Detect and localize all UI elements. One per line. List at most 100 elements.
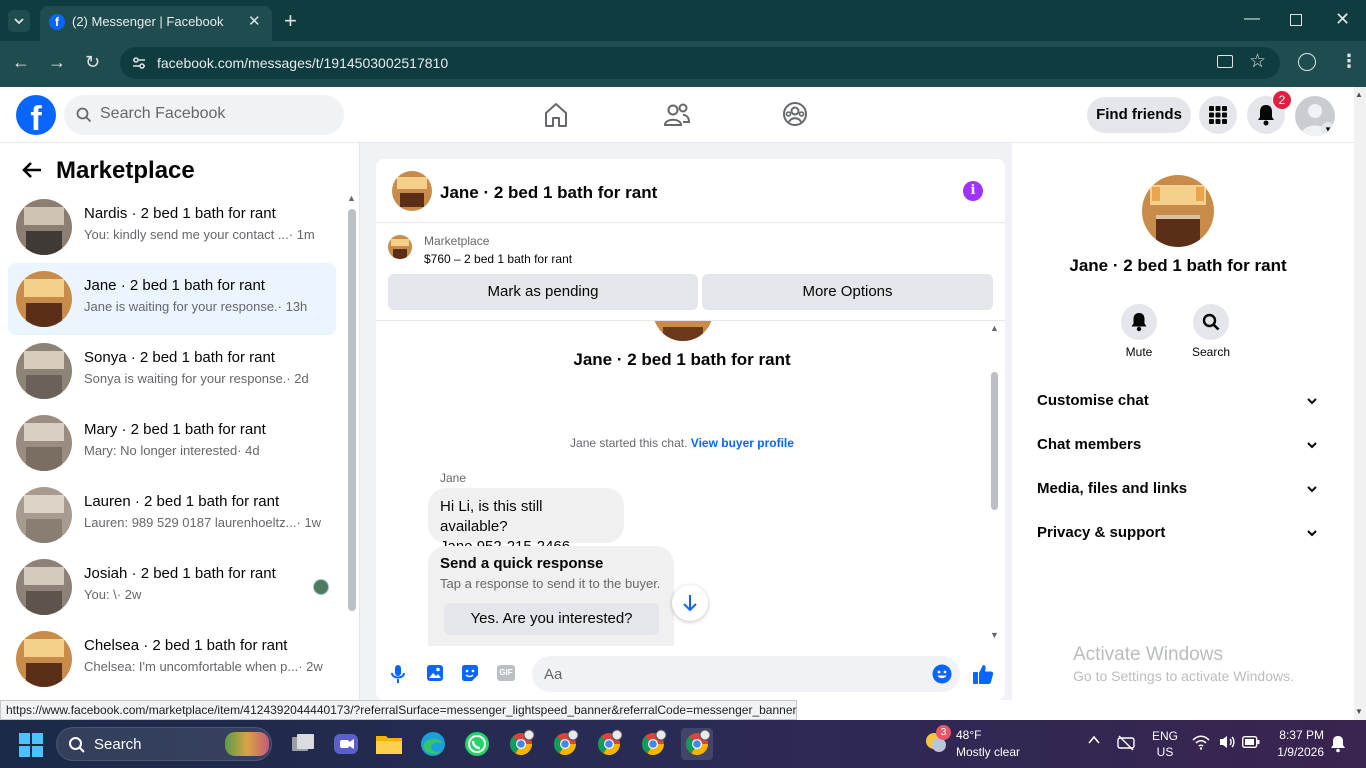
emoji-icon[interactable]	[932, 664, 952, 684]
chrome-window-icon[interactable]	[549, 728, 581, 760]
home-icon[interactable]	[543, 101, 569, 129]
menu-grid-button[interactable]	[1199, 96, 1237, 134]
message-bubble[interactable]: Hi Li, is this still available? Jane 952…	[428, 488, 624, 555]
conversation-row[interactable]: Mary · 2 bed 1 bath for rant Mary: No lon…	[8, 407, 336, 479]
clock-date[interactable]: 1/9/2026	[1266, 745, 1324, 759]
wifi-icon[interactable]	[1192, 734, 1210, 750]
conversation-row[interactable]: Sonya · 2 bed 1 bath for rant Sonya is wa…	[8, 335, 336, 407]
taskbar-search-box[interactable]: Search	[56, 727, 272, 761]
clock-time[interactable]: 8:37 PM	[1274, 728, 1324, 742]
info-avatar[interactable]	[1142, 175, 1214, 247]
language-indicator[interactable]: ENG US	[1150, 728, 1180, 760]
scroll-up-arrow-icon[interactable]: ▲	[347, 193, 356, 203]
file-explorer-icon[interactable]	[373, 728, 405, 760]
mute-bell-icon	[1130, 312, 1148, 332]
photo-icon[interactable]	[426, 664, 444, 682]
more-options-button[interactable]: More Options	[702, 274, 993, 310]
profile-icon[interactable]	[1298, 53, 1316, 71]
search-conversation-button[interactable]	[1193, 304, 1229, 340]
task-view-icon[interactable]	[287, 728, 319, 760]
message-line-1: Hi Li, is this still available?	[440, 498, 543, 535]
like-thumb-icon[interactable]	[972, 663, 994, 685]
edge-browser-icon[interactable]	[417, 728, 449, 760]
conversation-row[interactable]: Josiah · 2 bed 1 bath for rant You: \· 2w	[8, 551, 336, 623]
minimize-icon[interactable]: —	[1244, 10, 1260, 28]
new-tab-icon[interactable]: +	[284, 8, 297, 34]
whatsapp-icon[interactable]	[461, 728, 493, 760]
tray-overflow-icon[interactable]	[1087, 733, 1101, 747]
conversation-row[interactable]: Nardis · 2 bed 1 bath for rant You: kindl…	[8, 191, 336, 263]
page-scroll-down-icon[interactable]: ▼	[1355, 707, 1363, 716]
accordion-section[interactable]: Customise chat	[1037, 392, 1319, 409]
conversation-row[interactable]: Jane · 2 bed 1 bath for rant Jane is wait…	[8, 263, 336, 335]
tab-close-icon[interactable]: ✕	[248, 12, 261, 30]
microphone-icon[interactable]	[390, 664, 406, 684]
notifications-button[interactable]: 2	[1247, 90, 1292, 134]
chrome-window-icon[interactable]	[593, 728, 625, 760]
back-icon[interactable]: ←	[12, 52, 30, 73]
chat-header-title[interactable]: Jane · 2 bed 1 bath for rant	[440, 183, 657, 203]
reload-icon[interactable]: ↻	[85, 52, 100, 73]
chat-header-avatar[interactable]	[392, 171, 432, 211]
volume-icon[interactable]	[1218, 734, 1236, 750]
info-icon[interactable]: i	[963, 181, 983, 201]
chat-scroll-up-icon[interactable]: ▲	[990, 323, 999, 333]
browser-tab[interactable]: f (2) Messenger | Facebook ✕	[40, 6, 272, 41]
account-chevron-icon: ▾	[1321, 122, 1335, 136]
list-scrollbar[interactable]	[348, 209, 356, 611]
conversation-preview: Lauren: 989 529 0187 laurenhoeltz...	[84, 515, 297, 530]
restore-icon[interactable]	[1290, 14, 1302, 26]
install-app-icon[interactable]	[1217, 55, 1233, 68]
sticker-icon[interactable]	[461, 664, 479, 682]
back-arrow-icon[interactable]	[22, 161, 42, 179]
message-input[interactable]: Aa	[532, 656, 960, 692]
chrome-window-icon[interactable]	[637, 728, 669, 760]
forward-icon[interactable]: →	[48, 52, 66, 73]
account-avatar[interactable]: ▾	[1295, 96, 1335, 136]
browser-menu-icon[interactable]: ⋮	[1340, 51, 1358, 72]
friends-icon[interactable]	[663, 101, 691, 129]
weather-icon[interactable]: 3	[924, 725, 951, 755]
listing-banner[interactable]: Marketplace $760 – 2 bed 1 bath for rant…	[376, 223, 1005, 321]
conversation-row[interactable]: Lauren · 2 bed 1 bath for rant Lauren: 98…	[8, 479, 336, 551]
conversation-time: · 4d	[237, 443, 260, 458]
view-buyer-profile-link[interactable]: View buyer profile	[691, 436, 794, 450]
conversation-preview-line: Jane is waiting for your response.· 13h	[84, 299, 324, 314]
notification-center-icon[interactable]	[1330, 735, 1346, 753]
weather-description: Mostly clear	[956, 745, 1021, 759]
status-url-tooltip: https://www.facebook.com/marketplace/ite…	[0, 700, 797, 720]
address-bar[interactable]: facebook.com/messages/t/1914503002517810…	[120, 47, 1280, 79]
search-facebook-input[interactable]: Search Facebook	[64, 95, 344, 135]
mark-as-pending-button[interactable]: Mark as pending	[388, 274, 698, 310]
chrome-window-icon[interactable]	[681, 728, 713, 760]
language-code: ENG	[1151, 729, 1178, 743]
groups-icon[interactable]	[782, 101, 808, 127]
conversation-avatar	[16, 559, 72, 615]
page-scrollbar-track[interactable]	[1354, 87, 1366, 720]
chrome-window-icon[interactable]	[505, 728, 537, 760]
accordion-section[interactable]: Privacy & support	[1037, 524, 1319, 541]
conversation-title: Josiah · 2 bed 1 bath for rant	[84, 565, 276, 582]
browser-tab-bar: f (2) Messenger | Facebook ✕ + — ✕	[0, 0, 1366, 41]
meet-video-icon[interactable]	[330, 728, 362, 760]
bookmark-star-icon[interactable]: ☆	[1249, 50, 1266, 73]
quick-response-option[interactable]: Yes. Are you interested?	[444, 603, 659, 635]
facebook-logo-icon[interactable]: f	[16, 95, 56, 135]
chat-scroll-down-icon[interactable]: ▼	[990, 630, 999, 640]
mute-button[interactable]	[1121, 304, 1157, 340]
site-settings-icon[interactable]	[131, 55, 147, 71]
page-scroll-up-icon[interactable]: ▲	[1355, 90, 1363, 99]
find-friends-button[interactable]: Find friends	[1087, 97, 1191, 133]
chat-scrollbar[interactable]	[991, 372, 998, 510]
battery-icon[interactable]	[1242, 736, 1260, 748]
scroll-to-bottom-button[interactable]	[672, 585, 708, 621]
gif-icon[interactable]: GIF	[497, 665, 515, 681]
network-off-icon[interactable]	[1117, 734, 1135, 752]
accordion-section[interactable]: Media, files and links	[1037, 480, 1319, 497]
quick-response-card: Send a quick response Tap a response to …	[428, 546, 674, 646]
accordion-section[interactable]: Chat members	[1037, 436, 1319, 453]
windows-start-icon[interactable]	[18, 732, 44, 758]
conversation-row[interactable]: Chelsea · 2 bed 1 bath for rant Chelsea: …	[8, 623, 336, 695]
window-close-icon[interactable]: ✕	[1335, 9, 1350, 30]
tab-search-icon[interactable]	[8, 10, 30, 32]
